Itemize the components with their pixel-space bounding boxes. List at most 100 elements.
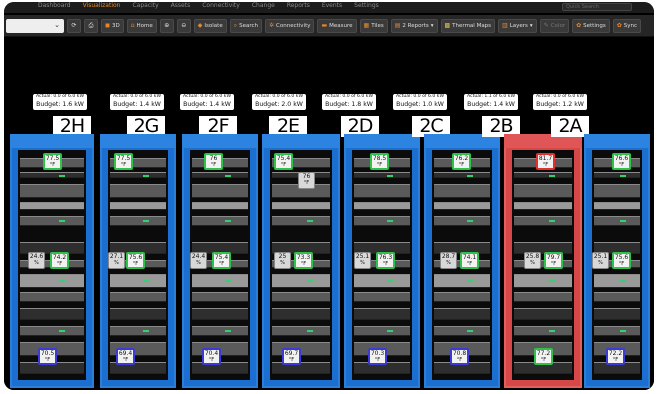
server-unit[interactable] [354, 172, 410, 178]
settings-button[interactable]: ✿ Settings [572, 18, 610, 33]
nav-item-visualization[interactable]: Visualization [83, 2, 121, 13]
server-unit[interactable] [594, 202, 640, 210]
temperature-sensor-bot[interactable]: 77.2 °F [534, 348, 553, 365]
server-unit[interactable] [20, 202, 84, 210]
server-unit[interactable] [272, 274, 330, 288]
server-unit[interactable] [434, 202, 490, 210]
temperature-sensor-mid[interactable]: 73.3 °F [294, 252, 313, 269]
humidity-sensor[interactable]: 25% [274, 252, 291, 269]
server-unit[interactable] [20, 274, 84, 288]
rack-2a[interactable]: 76.6 °F 75.6 °F 72.2 °F 25.1% [584, 134, 650, 388]
temperature-sensor-top[interactable]: 77.5 °F [114, 153, 133, 170]
nav-item-reports[interactable]: Reports [287, 2, 310, 13]
server-unit[interactable] [514, 274, 572, 288]
server-unit[interactable] [434, 292, 490, 302]
nav-item-change[interactable]: Change [252, 2, 275, 13]
print-button[interactable]: ⎙ [84, 18, 98, 33]
server-unit[interactable] [272, 202, 330, 210]
server-unit[interactable] [110, 216, 166, 226]
server-unit[interactable] [110, 308, 166, 320]
server-unit[interactable] [110, 274, 166, 288]
temperature-sensor-top[interactable]: 78.5 °F [370, 153, 389, 170]
server-unit[interactable] [354, 292, 410, 302]
thermal-maps-button[interactable]: ▩ Thermal Maps [440, 18, 496, 33]
server-unit[interactable] [20, 216, 84, 226]
server-unit[interactable] [594, 216, 640, 226]
server-unit[interactable] [514, 308, 572, 320]
server-unit[interactable] [110, 292, 166, 302]
temperature-sensor-top[interactable]: 76.2 °F [452, 153, 471, 170]
temperature-sensor-mid[interactable]: 76.3 °F [376, 252, 395, 269]
server-unit[interactable] [354, 274, 410, 288]
server-unit[interactable] [110, 172, 166, 178]
server-unit[interactable] [20, 326, 84, 336]
server-unit[interactable] [20, 184, 84, 198]
rack-2b[interactable]: 81.7 °F 79.7 °F 77.2 °F 25.8% [504, 134, 582, 388]
temperature-sensor-extra[interactable]: 76 °F [298, 172, 315, 189]
rack-2f[interactable]: 76 °F 75.4 °F 70.4 °F 24.4% [182, 134, 258, 388]
refresh-button[interactable]: ⟳ [67, 18, 81, 33]
temperature-sensor-mid[interactable]: 75.6 °F [126, 252, 145, 269]
server-unit[interactable] [20, 172, 84, 178]
view-select[interactable]: ⌄ [6, 18, 64, 33]
temperature-sensor-top[interactable]: 77.5 °F [43, 153, 62, 170]
server-unit[interactable] [514, 292, 572, 302]
temperature-sensor-bot[interactable]: 70.3 °F [368, 348, 387, 365]
quick-search-input[interactable]: Quick Search [562, 3, 632, 11]
temperature-sensor-bot[interactable]: 70.4 °F [202, 348, 221, 365]
temperature-sensor-mid[interactable]: 75.6 °F [612, 252, 631, 269]
nav-item-connectivity[interactable]: Connectivity [202, 2, 240, 13]
server-unit[interactable] [192, 274, 248, 288]
temperature-sensor-bot[interactable]: 69.7 °F [282, 348, 301, 365]
server-unit[interactable] [434, 326, 490, 336]
temperature-sensor-top[interactable]: 76 °F [204, 153, 223, 170]
3d-rack-view[interactable]: Actual: 0.0 of 6.0 kW Budget: 1.6 kW 2H 77.… [4, 38, 654, 390]
zoom-out-button[interactable]: ⊖ [176, 18, 191, 33]
server-unit[interactable] [272, 326, 330, 336]
rack-2d[interactable]: 78.5 °F 76.3 °F 70.3 °F 25.1% [344, 134, 420, 388]
rack-2h[interactable]: 77.5 °F 74.2 °F 70.5 °F 24.6% [10, 134, 94, 388]
server-unit[interactable] [272, 308, 330, 320]
temperature-sensor-top[interactable]: 75.4 °F [274, 153, 293, 170]
server-unit[interactable] [434, 274, 490, 288]
humidity-sensor[interactable]: 27.1% [108, 252, 125, 269]
server-unit[interactable] [192, 202, 248, 210]
server-unit[interactable] [192, 308, 248, 320]
rack-2e[interactable]: 75.4 °F 73.3 °F 69.7 °F 76 °F 25% [262, 134, 340, 388]
home-button[interactable]: ⌂ Home [126, 18, 157, 33]
server-unit[interactable] [272, 342, 330, 356]
color-button[interactable]: ✎ Color [539, 18, 570, 33]
server-unit[interactable] [354, 184, 410, 198]
server-unit[interactable] [192, 292, 248, 302]
sync-button[interactable]: ✿ Sync [612, 18, 641, 33]
server-unit[interactable] [192, 326, 248, 336]
nav-item-settings[interactable]: Settings [354, 2, 379, 13]
nav-item-assets[interactable]: Assets [171, 2, 191, 13]
rack-2c[interactable]: 76.2 °F 74.1 °F 70.8 °F 28.7% [424, 134, 500, 388]
server-unit[interactable] [192, 216, 248, 226]
server-unit[interactable] [354, 216, 410, 226]
temperature-sensor-mid[interactable]: 74.2 °F [50, 252, 69, 269]
server-unit[interactable] [110, 326, 166, 336]
nav-item-capacity[interactable]: Capacity [132, 2, 158, 13]
server-unit[interactable] [594, 274, 640, 288]
humidity-sensor[interactable]: 24.4% [190, 252, 207, 269]
server-unit[interactable] [192, 184, 248, 198]
server-unit[interactable] [514, 216, 572, 226]
server-unit[interactable] [272, 216, 330, 226]
rack-2g[interactable]: 77.5 °F 75.6 °F 69.4 °F 27.1% [100, 134, 176, 388]
server-unit[interactable] [514, 172, 572, 178]
server-unit[interactable] [514, 242, 572, 254]
temperature-sensor-mid[interactable]: 79.7 °F [544, 252, 563, 269]
temperature-sensor-bot[interactable]: 69.4 °F [116, 348, 135, 365]
server-unit[interactable] [434, 172, 490, 178]
nav-item-events[interactable]: Events [322, 2, 342, 13]
temperature-sensor-top[interactable]: 76.6 °F [612, 153, 631, 170]
server-unit[interactable] [514, 184, 572, 198]
server-unit[interactable] [354, 326, 410, 336]
server-unit[interactable] [514, 260, 572, 268]
server-unit[interactable] [434, 184, 490, 198]
server-unit[interactable] [354, 308, 410, 320]
reports-button[interactable]: ▤ 2 Reports ▾ [390, 18, 438, 33]
temperature-sensor-mid[interactable]: 74.1 °F [460, 252, 479, 269]
